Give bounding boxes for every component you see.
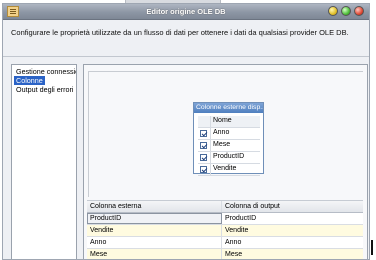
grid-header-row: Colonna esterna Colonna di output [87,200,363,213]
close-button[interactable] [354,6,364,16]
window-title: Editor origine OLE DB [146,7,226,16]
list-item-label: Vendite [213,165,237,172]
output-column-cell[interactable]: Vendite [222,225,350,236]
list-item-label: ProductID [213,153,245,160]
table-row[interactable]: Anno Anno [87,237,363,249]
minimize-button[interactable] [328,6,338,16]
list-item: Vendite [198,164,260,176]
mapping-area-border-left [88,71,89,197]
column-mapping-grid: Colonna esterna Colonna di output Produc… [87,200,363,259]
list-header-name: Nome [213,117,232,124]
checkbox-cell [198,164,211,175]
output-column-cell[interactable]: Anno [222,237,350,248]
nav-item-colonne[interactable]: Colonne [14,76,45,85]
checkbox-anno[interactable] [200,130,207,137]
external-column-cell[interactable]: Mese [87,249,222,259]
nav-item-gestione-connessione[interactable]: Gestione connessione [14,67,76,76]
external-column-cell[interactable]: Anno [87,237,222,248]
header-checkbox-cell [198,116,211,127]
table-row[interactable]: ProductID ProductID [87,213,363,225]
table-row[interactable]: Vendite Vendite [87,225,363,237]
list-item: ProductID [198,152,260,164]
maximize-button[interactable] [341,6,351,16]
list-item-label: Anno [213,129,230,136]
column-header-external[interactable]: Colonna esterna [87,201,222,212]
external-column-cell[interactable]: ProductID [87,213,222,224]
checkbox-mese[interactable] [200,142,207,149]
list-item-label: Mese [213,141,231,148]
checkbox-productid[interactable] [200,154,207,161]
available-external-columns-box[interactable]: Colonne esterne disp... Nome Anno Mese P… [193,102,264,176]
ole-db-source-editor-window: Editor origine OLE DB Configurare le pro… [2,3,370,260]
checkbox-vendite[interactable] [200,166,207,173]
mapping-area-border-top [88,71,363,72]
list-item: Mese [198,140,260,152]
title-bar[interactable]: Editor origine OLE DB [3,4,369,20]
available-external-columns-title: Colonne esterne disp... [194,103,263,113]
nav-item-output-degli-errori[interactable]: Output degli errori [14,85,76,94]
external-column-cell[interactable]: Vendite [87,225,222,236]
output-column-cell[interactable]: Mese [222,249,350,259]
list-header-row: Nome [198,116,260,128]
navigation-list: Gestione connessione Colonne Output degl… [11,64,77,259]
columns-panel: Colonne esterne disp... Nome Anno Mese P… [83,64,368,259]
table-row[interactable]: Mese Mese [87,249,363,259]
list-item: Anno [198,128,260,140]
column-header-output[interactable]: Colonna di output [222,201,350,212]
text-cursor [371,240,373,255]
checkbox-cell [198,152,211,163]
header-separator [3,56,369,57]
checkbox-cell [198,128,211,139]
checkbox-cell [198,140,211,151]
available-external-columns-list: Nome Anno Mese ProductID Vendite [198,116,260,176]
dialog-description: Configurare le proprietà utilizzate da u… [11,28,349,37]
output-column-cell[interactable]: ProductID [222,213,350,224]
